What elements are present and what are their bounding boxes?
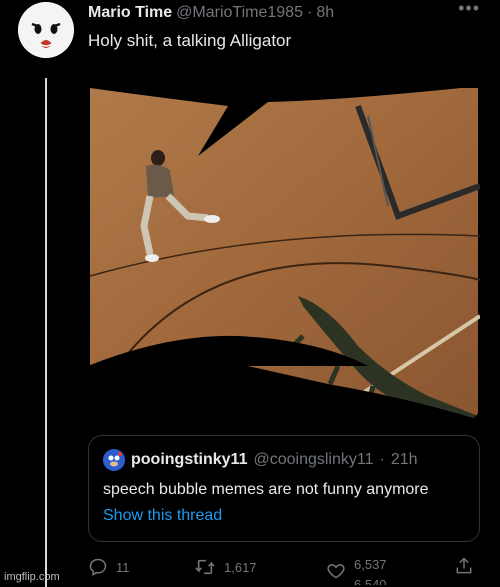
watermark: imgflip.com bbox=[4, 571, 60, 583]
tweet-media-image[interactable] bbox=[88, 66, 480, 420]
quoted-timestamp[interactable]: 21h bbox=[391, 451, 418, 469]
reply-icon bbox=[89, 558, 107, 576]
quoted-tweet-text: speech bubble memes are not funny anymor… bbox=[103, 481, 429, 498]
quoted-tweet[interactable]: pooingstinky11 @cooingslinky11 · 21h spe… bbox=[88, 435, 480, 542]
tweet-actions: 11 1,617 6,537 6,540 bbox=[88, 548, 488, 585]
like-count-previous: 6,537 bbox=[354, 557, 387, 572]
timestamp[interactable]: 8h bbox=[316, 4, 334, 22]
more-icon[interactable]: ••• bbox=[458, 0, 480, 19]
show-thread-link[interactable]: Show this thread bbox=[103, 507, 222, 525]
like-button[interactable]: 6,537 6,540 bbox=[326, 557, 414, 585]
display-name[interactable]: Mario Time bbox=[88, 4, 172, 22]
share-button[interactable] bbox=[454, 555, 474, 577]
reply-button[interactable]: 11 bbox=[88, 557, 130, 577]
share-icon bbox=[456, 557, 472, 574]
heart-icon bbox=[327, 563, 345, 579]
thread-line bbox=[45, 78, 47, 587]
separator-dot: · bbox=[379, 451, 385, 468]
quoted-display-name[interactable]: pooingstinky11 bbox=[131, 451, 247, 469]
retweet-button[interactable]: 1,617 bbox=[194, 557, 257, 577]
quoted-handle[interactable]: @cooingslinky11 bbox=[253, 451, 373, 469]
retweet-icon bbox=[195, 559, 215, 575]
reply-count: 11 bbox=[116, 559, 130, 575]
user-handle[interactable]: @MarioTime1985 bbox=[176, 4, 303, 22]
like-count-next: 6,540 bbox=[354, 577, 387, 585]
separator-dot: · bbox=[306, 4, 313, 21]
like-count-rolling: 6,537 6,540 bbox=[354, 557, 414, 585]
quoted-avatar[interactable] bbox=[103, 449, 125, 471]
retweet-count: 1,617 bbox=[224, 559, 257, 575]
tweet-header: Mario Time @MarioTime1985 · 8h ••• bbox=[88, 0, 480, 26]
avatar[interactable] bbox=[18, 2, 74, 58]
sonic-avatar-icon bbox=[103, 449, 125, 471]
tweet-text: Holy shit, a talking Alligator bbox=[88, 31, 292, 50]
boo-face-icon bbox=[18, 2, 74, 58]
quoted-tweet-header: pooingstinky11 @cooingslinky11 · 21h bbox=[103, 449, 418, 471]
